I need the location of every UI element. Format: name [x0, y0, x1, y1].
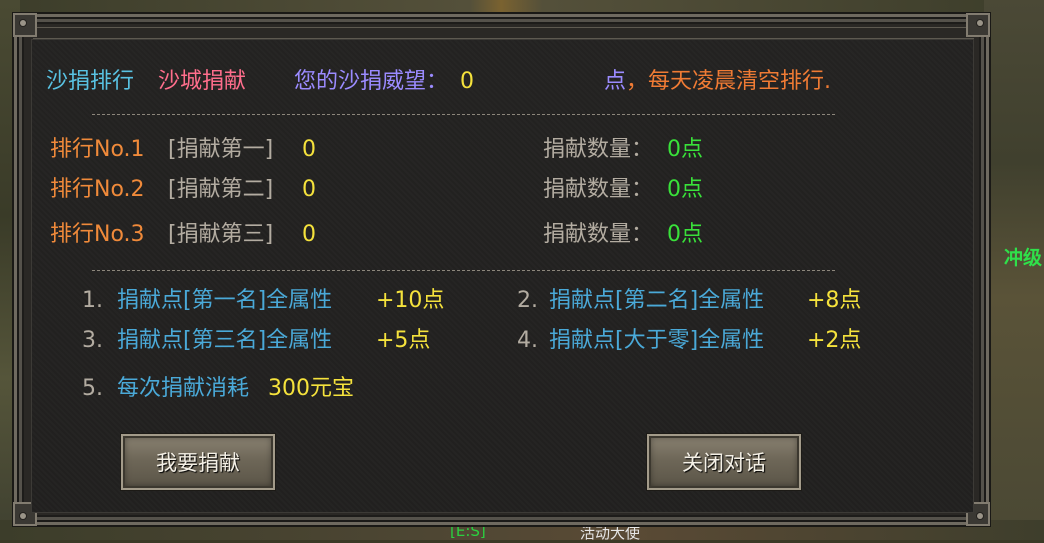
donate-button[interactable]: 我要捐献	[121, 434, 275, 490]
reward-bonus: +8点	[807, 288, 862, 313]
rank-title: [捐献第一]	[168, 137, 274, 162]
cost-text: 每次捐献消耗	[117, 376, 250, 401]
rankings-divider	[92, 270, 835, 271]
rank-title: [捐献第二]	[168, 177, 274, 202]
header-divider	[92, 114, 835, 115]
rank-label: 排行No.2	[50, 177, 145, 202]
tab-sand-donation[interactable]: 沙城捐献	[158, 68, 246, 96]
rank-player-name: 0	[302, 177, 316, 202]
frame-rivet	[977, 513, 983, 519]
dialog-top-bar	[33, 27, 974, 39]
reward-bonus: +5点	[376, 328, 431, 353]
game-world-right	[984, 0, 1044, 540]
amount-value: 0点	[667, 177, 703, 202]
reward-number: 4.	[517, 328, 538, 353]
reward-number: 2.	[517, 288, 538, 313]
rank-label: 排行No.1	[50, 137, 145, 162]
rank-label: 排行No.3	[50, 222, 145, 247]
reward-text: 捐献点[大于零]全属性	[549, 328, 765, 353]
amount-label: 捐献数量：	[543, 222, 654, 247]
rank-title: [捐献第三]	[168, 222, 274, 247]
rank-player-name: 0	[302, 137, 316, 162]
reward-number: 3.	[82, 328, 103, 353]
reward-bonus: +2点	[807, 328, 862, 353]
reward-text: 捐献点[第二名]全属性	[549, 288, 765, 313]
close-dialog-button[interactable]: 关闭对话	[647, 434, 801, 490]
tab-sand-ranking[interactable]: 沙捐排行	[46, 68, 134, 96]
cost-value: 300元宝	[268, 376, 354, 401]
amount-label: 捐献数量：	[543, 137, 654, 162]
rank-player-name: 0	[302, 222, 316, 247]
notice-text: ，每天凌晨清空排行.	[626, 69, 832, 94]
frame-rivet	[20, 513, 26, 519]
notice-unit: 点	[604, 69, 627, 94]
reward-text: 捐献点[第一名]全属性	[117, 288, 333, 313]
amount-label: 捐献数量：	[543, 177, 654, 202]
reward-bonus: +10点	[376, 288, 445, 313]
frame-rivet	[20, 20, 26, 26]
frame-rivet	[977, 20, 983, 26]
reward-number: 5.	[82, 376, 103, 401]
prestige-label: 您的沙捐威望：	[294, 69, 449, 94]
world-overlay-text: 冲级	[1004, 247, 1043, 269]
reward-number: 1.	[82, 288, 103, 313]
amount-value: 0点	[667, 137, 703, 162]
reward-text: 捐献点[第三名]全属性	[117, 328, 333, 353]
prestige-value: 0	[460, 69, 474, 94]
amount-value: 0点	[667, 222, 703, 247]
reset-notice: 点，每天凌晨清空排行.	[604, 68, 831, 96]
